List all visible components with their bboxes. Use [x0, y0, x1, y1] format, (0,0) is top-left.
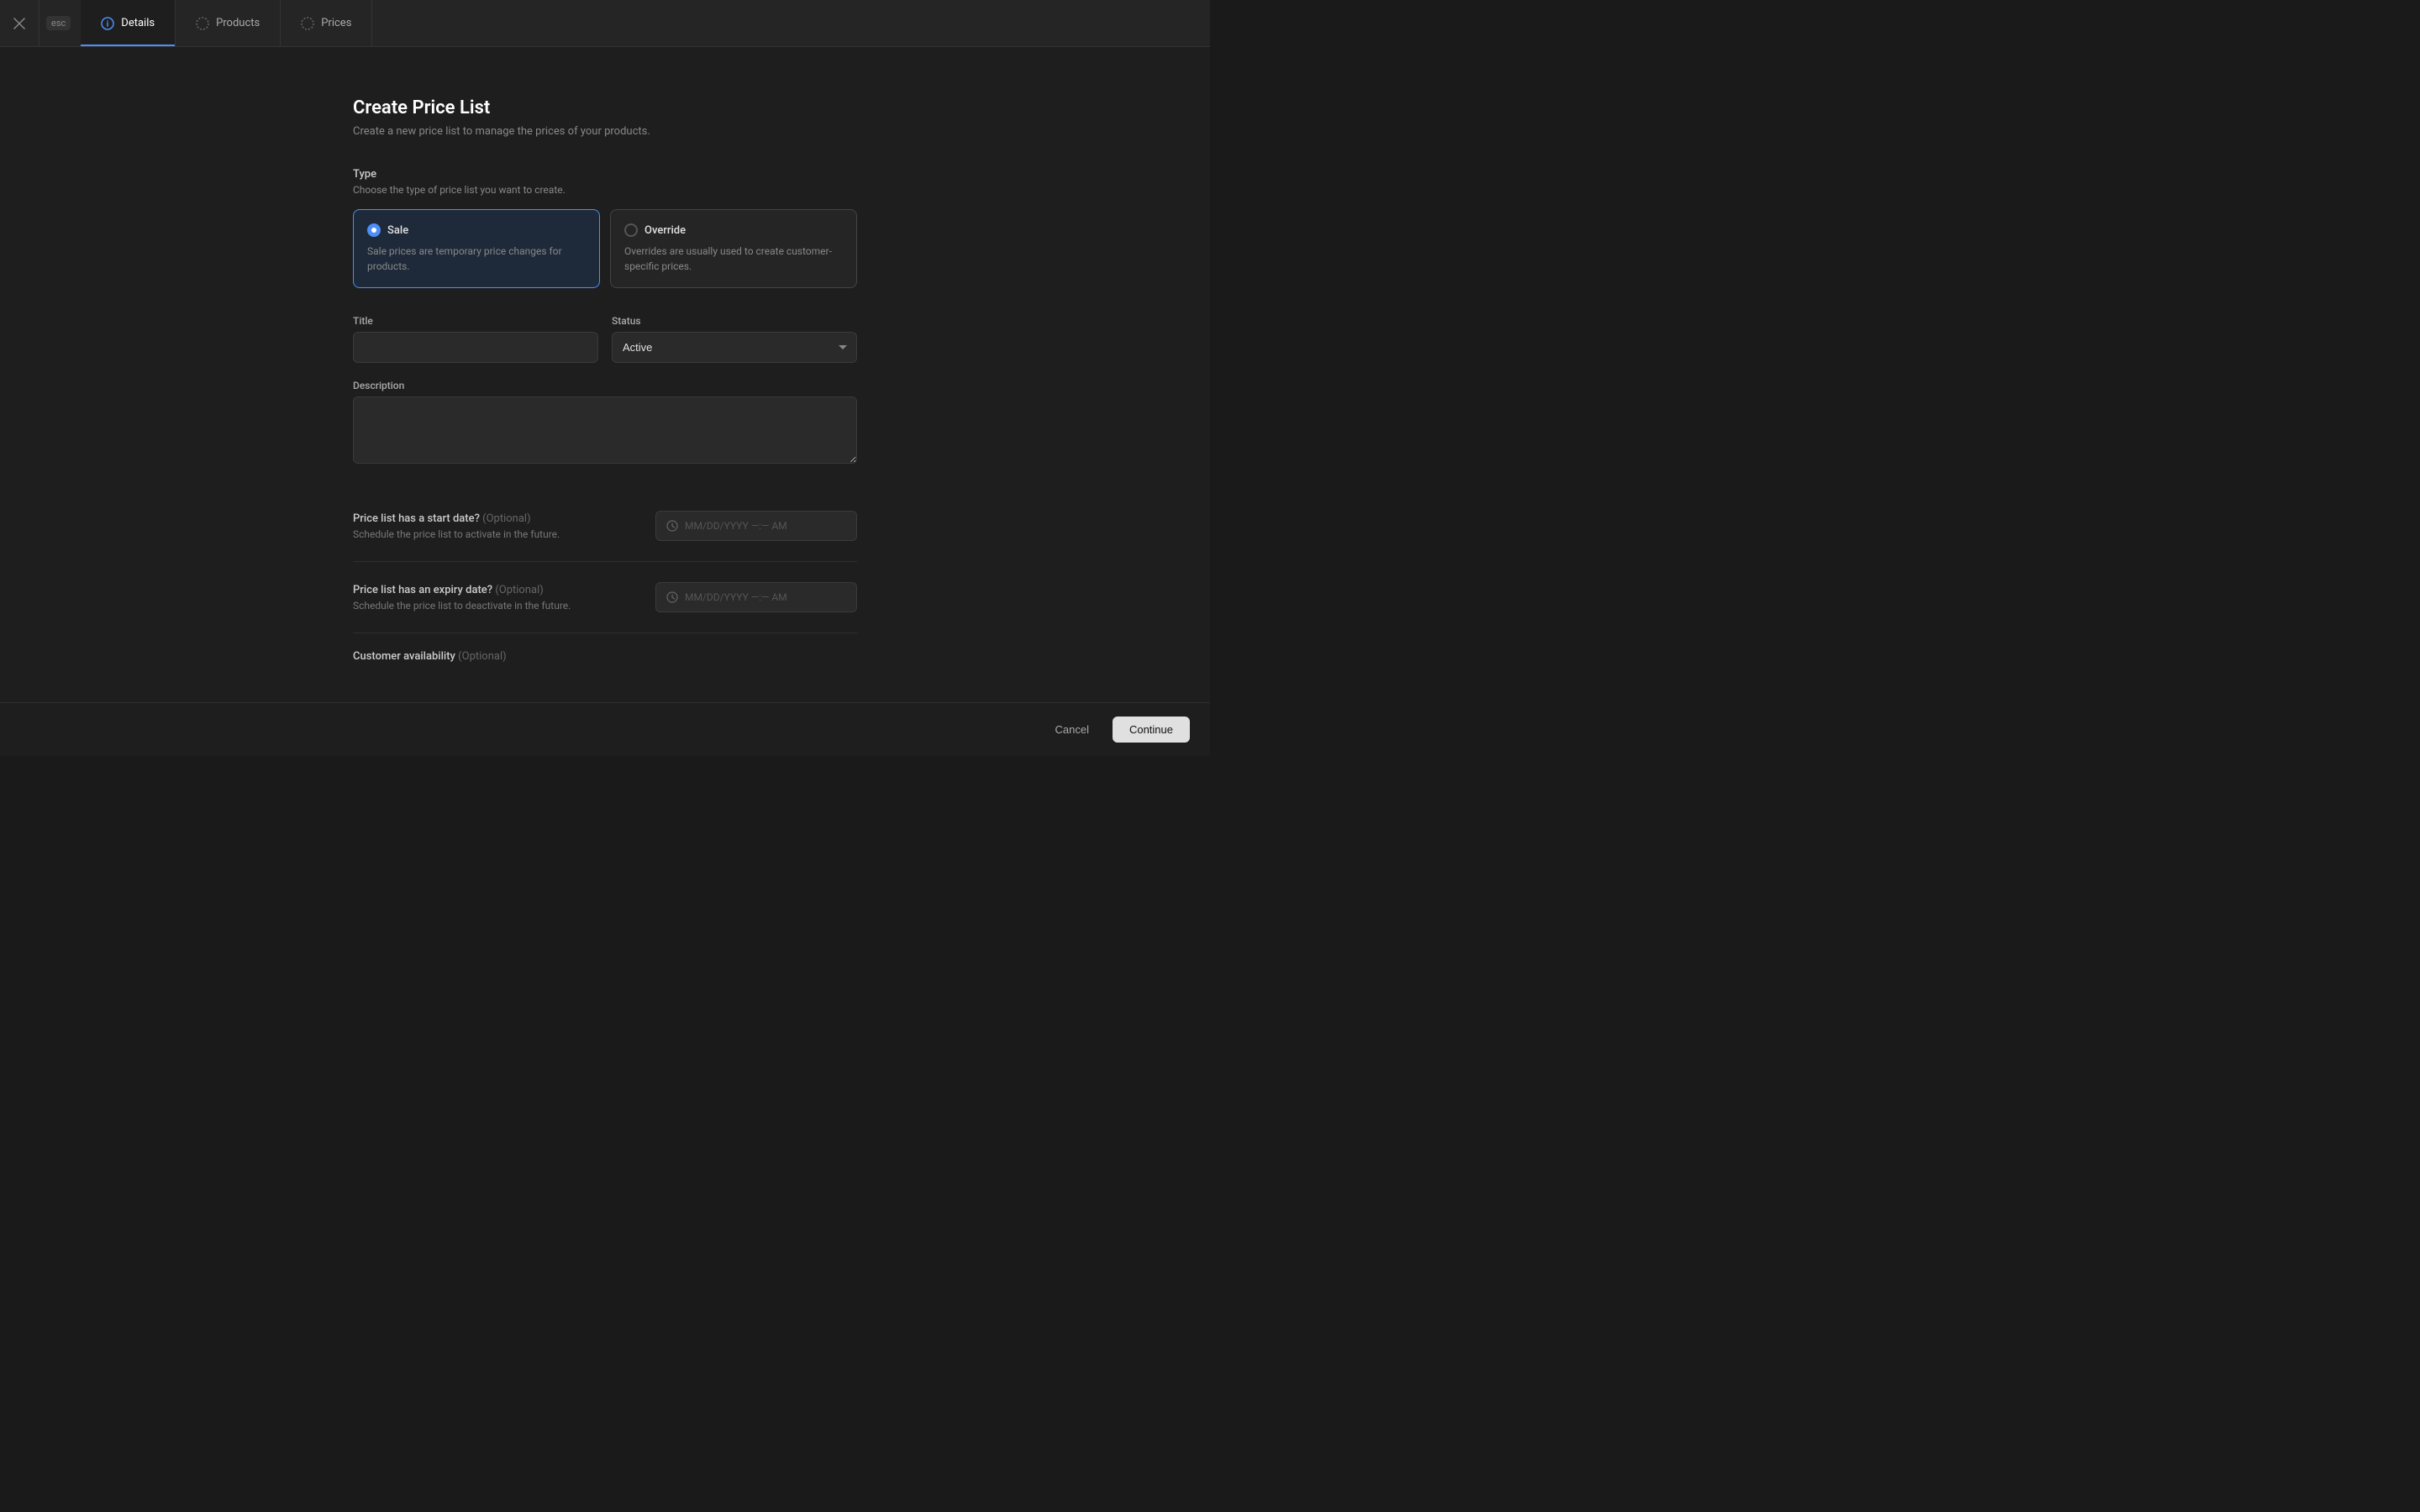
sale-card-title: Sale [387, 224, 408, 237]
main-content: Create Price List Create a new price lis… [0, 47, 1210, 702]
description-input[interactable] [353, 396, 857, 464]
description-section: Description [353, 380, 857, 464]
start-date-section: Price list has a start date? (Optional) … [353, 491, 857, 562]
sale-radio-dot [367, 223, 381, 237]
customer-availability-optional: (Optional) [458, 650, 506, 663]
prices-grid-icon [301, 17, 314, 30]
page-title: Create Price List [353, 97, 857, 118]
start-date-label-group: Price list has a start date? (Optional) … [353, 512, 635, 540]
expiry-date-label: Price list has an expiry date? (Optional… [353, 584, 635, 596]
sale-card-header: Sale [367, 223, 586, 237]
customer-availability-label: Customer availability (Optional) [353, 650, 857, 663]
title-status-row: Title Status Active Draft Inactive [353, 315, 857, 363]
override-card-title: Override [644, 224, 686, 237]
clock-icon-start [666, 520, 678, 532]
status-group: Status Active Draft Inactive [612, 315, 857, 363]
description-label: Description [353, 380, 857, 391]
start-date-input[interactable]: MM/DD/YYYY —:— AM [655, 511, 857, 541]
esc-badge: esc [39, 0, 81, 46]
status-select[interactable]: Active Draft Inactive [612, 332, 857, 363]
description-group: Description [353, 380, 857, 464]
override-card-desc: Overrides are usually used to create cus… [624, 244, 843, 274]
tab-bar: esc Details Products [0, 0, 1210, 47]
cancel-button[interactable]: Cancel [1041, 717, 1102, 743]
start-date-row: Price list has a start date? (Optional) … [353, 511, 857, 541]
tab-prices[interactable]: Prices [281, 0, 372, 46]
expiry-date-sublabel: Schedule the price list to deactivate in… [353, 600, 635, 612]
customer-availability-section: Customer availability (Optional) [353, 633, 857, 663]
title-input[interactable] [353, 332, 598, 363]
tab-details-label: Details [121, 17, 155, 29]
expiry-date-section: Price list has an expiry date? (Optional… [353, 562, 857, 633]
override-radio-dot [624, 223, 638, 237]
title-group: Title [353, 315, 598, 363]
start-date-label: Price list has a start date? (Optional) [353, 512, 635, 525]
footer: Cancel Continue [0, 702, 1210, 756]
type-radio-group: Sale Sale prices are temporary price cha… [353, 209, 857, 288]
info-icon [101, 17, 114, 30]
radio-card-override[interactable]: Override Overrides are usually used to c… [610, 209, 857, 288]
close-button[interactable] [0, 0, 39, 46]
type-desc: Choose the type of price list you want t… [353, 184, 857, 196]
products-grid-icon [196, 17, 209, 30]
clock-icon-expiry [666, 591, 678, 603]
expiry-date-row: Price list has an expiry date? (Optional… [353, 582, 857, 612]
status-label: Status [612, 315, 857, 327]
title-label: Title [353, 315, 598, 327]
expiry-date-placeholder: MM/DD/YYYY —:— AM [685, 591, 787, 603]
form-container: Create Price List Create a new price lis… [336, 97, 874, 663]
start-date-optional: (Optional) [482, 512, 530, 525]
tab-details[interactable]: Details [81, 0, 176, 46]
continue-button[interactable]: Continue [1113, 717, 1190, 743]
sale-card-desc: Sale prices are temporary price changes … [367, 244, 586, 274]
type-section: Type Choose the type of price list you w… [353, 168, 857, 288]
start-date-placeholder: MM/DD/YYYY —:— AM [685, 520, 787, 532]
start-date-sublabel: Schedule the price list to activate in t… [353, 528, 635, 540]
page-subtitle: Create a new price list to manage the pr… [353, 125, 857, 138]
modal-overlay: esc Details Products [0, 0, 1210, 756]
type-label: Type [353, 168, 857, 181]
radio-card-sale[interactable]: Sale Sale prices are temporary price cha… [353, 209, 600, 288]
tab-products-label: Products [216, 17, 260, 29]
tab-prices-label: Prices [321, 17, 351, 29]
tab-products[interactable]: Products [176, 0, 281, 46]
expiry-date-input[interactable]: MM/DD/YYYY —:— AM [655, 582, 857, 612]
expiry-date-label-group: Price list has an expiry date? (Optional… [353, 584, 635, 612]
override-card-header: Override [624, 223, 843, 237]
expiry-date-optional: (Optional) [495, 584, 543, 596]
